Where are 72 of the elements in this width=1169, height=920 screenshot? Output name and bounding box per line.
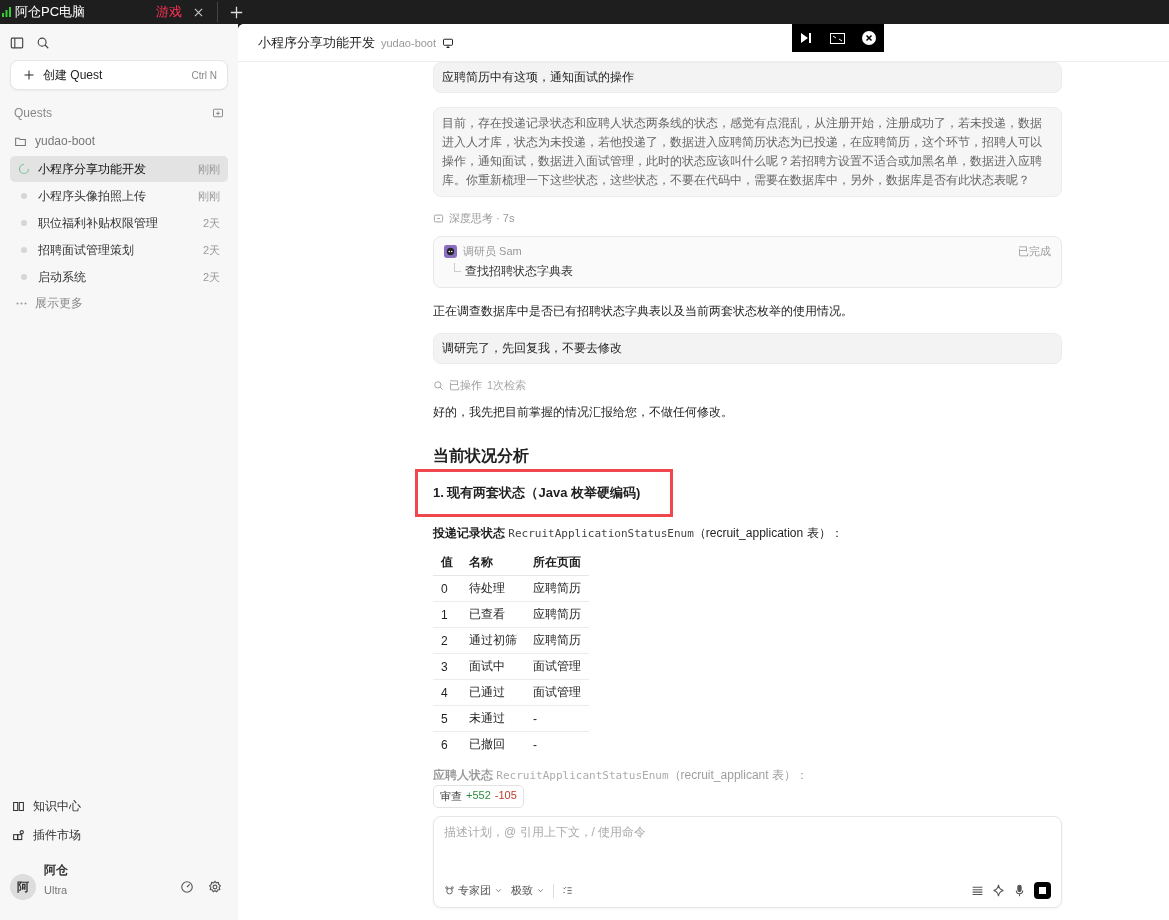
table-cell: 面试中 bbox=[461, 653, 525, 680]
user-avatar[interactable]: 阿 bbox=[10, 874, 36, 900]
create-quest-button[interactable]: 创建 Quest Ctrl N bbox=[10, 60, 228, 90]
tab[interactable]: 游戏 bbox=[152, 3, 186, 21]
table-cell: 0 bbox=[433, 575, 461, 602]
review-chip[interactable]: 审查 +552 -105 bbox=[433, 785, 524, 808]
table-cell: 2 bbox=[433, 627, 461, 654]
show-more-link[interactable]: 展示更多 bbox=[35, 295, 83, 312]
mode-dropdown[interactable]: 极致 bbox=[511, 883, 545, 898]
shortcut-label: Ctrl N bbox=[191, 69, 217, 81]
user-message: 目前，存在投递记录状态和应聘人状态两条线的状态，感觉有点混乱，从注册开始，注册成功了，若未投递，数据进入人才库，状态为未投递，若他投递了，数据进入应聘简历状态为已投递，在应聘简历，这个环节，招聘人可以操作，通知面试，数据进入面试管理，此时的状态应该叫什么呢？若招聘方设置不适合或加黑名单，数据进入应聘库。你重新梳理一下这些状态，这些状态，不要在代码中，需要在数据库中，另外，数据库是否有此状态表呢？ bbox=[433, 107, 1062, 197]
project-label: yudao-boot bbox=[381, 36, 437, 49]
quest-title: 启动系统 bbox=[38, 268, 86, 286]
agent-status: 已完成 bbox=[1018, 244, 1051, 259]
table-cell: 已撤回 bbox=[461, 731, 525, 757]
table-cell: 应聘简历 bbox=[525, 627, 589, 654]
table-cell: 已通过 bbox=[461, 679, 525, 706]
table-cell: 应聘简历 bbox=[525, 601, 589, 628]
user-message: 应聘简历中有这项，通知面试的操作 bbox=[433, 62, 1062, 93]
quest-time: 刚刚 bbox=[198, 161, 220, 177]
message-composer[interactable]: 描述计划，@ 引用上下文，/ 使用命令 专家团 极致 bbox=[433, 816, 1062, 908]
enum-description: 投递记录状态 RecruitApplicationStatusEnum（recruit_application 表）： bbox=[433, 525, 844, 542]
quest-time: 2天 bbox=[202, 215, 220, 231]
table-cell: 4 bbox=[433, 679, 461, 706]
quest-item[interactable]: 职位福利补贴权限管理 2天 bbox=[10, 210, 228, 236]
table-cell: 1 bbox=[433, 601, 461, 628]
assistant-text: 好的，我先把目前掌握的情况汇报给您，不做任何修改。 bbox=[433, 404, 734, 421]
column-header: 所在页面 bbox=[525, 550, 589, 576]
quest-time: 刚刚 bbox=[198, 188, 220, 204]
quest-title: 小程序分享功能开发 bbox=[38, 160, 146, 178]
table-cell: 5 bbox=[433, 705, 461, 732]
agent-name: 调研员 Sam bbox=[463, 244, 522, 259]
section-heading: 当前状况分析 bbox=[433, 446, 530, 466]
table-cell: 3 bbox=[433, 653, 461, 680]
table-cell: 面试管理 bbox=[525, 679, 589, 706]
table-cell: - bbox=[525, 731, 589, 757]
column-header: 名称 bbox=[461, 550, 525, 576]
agent-dropdown[interactable]: 专家团 bbox=[444, 883, 503, 898]
table-cell: - bbox=[525, 705, 589, 732]
column-header: 值 bbox=[433, 550, 461, 576]
user-message: 调研完了，先回复我，不要去修改 bbox=[433, 333, 1062, 364]
assistant-text: 正在调查数据库中是否已有招聘状态字典表以及当前两套状态枚举的使用情况。 bbox=[433, 303, 854, 320]
quest-title: 小程序头像拍照上传 bbox=[38, 187, 146, 205]
sidebar-link[interactable]: 插件市场 bbox=[10, 821, 228, 850]
table-cell: 6 bbox=[433, 731, 461, 757]
quest-item[interactable]: 招聘面试管理策划 2天 bbox=[10, 237, 228, 263]
table-cell: 通过初筛 bbox=[461, 627, 525, 654]
quest-time: 2天 bbox=[202, 269, 220, 285]
sidebar-link[interactable]: 知识中心 bbox=[10, 792, 228, 821]
quest-title: 职位福利补贴权限管理 bbox=[38, 214, 158, 232]
user-name: 阿仓 bbox=[44, 862, 69, 879]
operation-detail: 1次检索 bbox=[487, 378, 527, 393]
quest-item[interactable]: 小程序头像拍照上传 刚刚 bbox=[10, 183, 228, 209]
section-title: Quests bbox=[14, 106, 52, 120]
project-item[interactable]: yudao-boot bbox=[10, 126, 228, 156]
create-quest-label: 创建 Quest bbox=[43, 66, 103, 84]
table-cell: 未通过 bbox=[461, 705, 525, 732]
table-cell: 应聘简历 bbox=[525, 575, 589, 602]
quest-title: 招聘面试管理策划 bbox=[38, 241, 134, 259]
user-plan: Ultra bbox=[44, 883, 69, 898]
quest-item[interactable]: 小程序分享功能开发 刚刚 bbox=[10, 156, 228, 182]
table-cell: 已查看 bbox=[461, 601, 525, 628]
table-cell: 待处理 bbox=[461, 575, 525, 602]
enum-description: 应聘人状态 RecruitApplicantStatusEnum（recruit_applicant 表）： bbox=[433, 767, 809, 784]
device-name: 阿仓PC电脑 bbox=[15, 3, 86, 21]
agent-task: 查找招聘状态字典表 bbox=[465, 263, 573, 280]
quest-item[interactable]: 启动系统 2天 bbox=[10, 264, 228, 290]
message-input[interactable]: 描述计划，@ 引用上下文，/ 使用命令 bbox=[444, 825, 1051, 839]
quest-time: 2天 bbox=[202, 242, 220, 258]
conversation-title: 小程序分享功能开发 bbox=[258, 33, 375, 52]
table-cell: 面试管理 bbox=[525, 653, 589, 680]
highlighted-heading: 1. 现有两套状态（Java 枚举硬编码) bbox=[415, 469, 674, 517]
